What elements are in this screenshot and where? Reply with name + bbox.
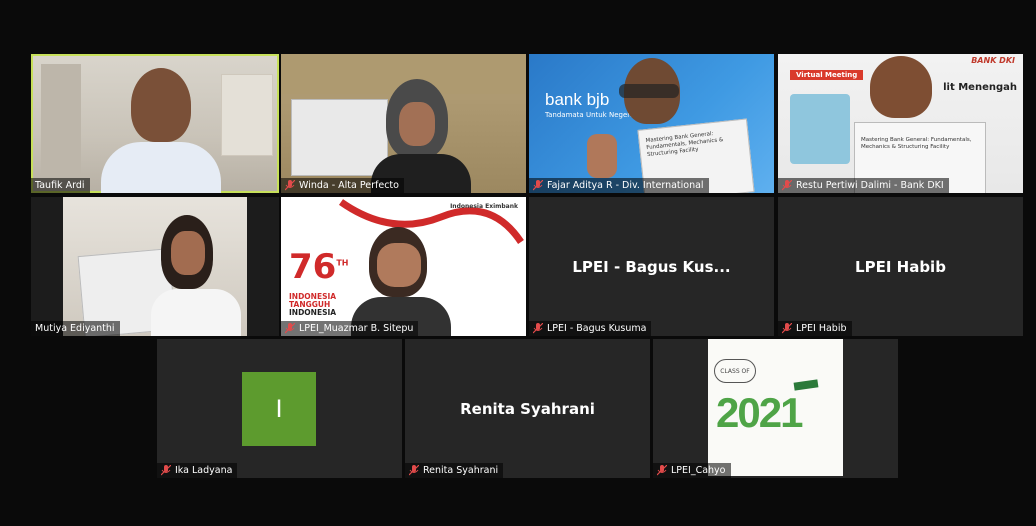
mic-muted-icon bbox=[409, 465, 419, 476]
participant-name-label: LPEI_Muazmar B. Sitepu bbox=[281, 321, 419, 336]
participant-name-label: Ika Ladyana bbox=[157, 463, 238, 478]
class-year-text: 2021 bbox=[716, 389, 803, 436]
participant-display-name: Renita Syahrani bbox=[460, 399, 595, 418]
bjb-tagline-text: Tandamata Untuk Negeri bbox=[545, 111, 633, 119]
participant-video bbox=[31, 54, 279, 193]
76-logo: 76TH bbox=[289, 247, 349, 287]
bank-dki-logo: BANK DKI bbox=[971, 56, 1015, 65]
mic-muted-icon bbox=[533, 323, 543, 334]
participant-name-label: LPEI_Cahyo bbox=[653, 463, 731, 478]
participant-name-label: Restu Pertiwi Dalimi - Bank DKI bbox=[778, 178, 949, 193]
mic-muted-icon bbox=[285, 323, 295, 334]
video-tile-bagus-kusuma[interactable]: LPEI - Bagus Kus... LPEI - Bagus Kusuma bbox=[529, 197, 774, 336]
eximbank-logo: Indonesia Eximbank bbox=[450, 203, 518, 210]
avatar: I bbox=[242, 372, 316, 446]
mic-muted-icon bbox=[657, 465, 667, 476]
participant-video bbox=[31, 197, 279, 336]
mic-muted-icon bbox=[161, 465, 171, 476]
participant-name-label: LPEI - Bagus Kusuma bbox=[529, 321, 652, 336]
participant-name-label: Mutiya Ediyanthi bbox=[31, 321, 120, 336]
mic-muted-icon bbox=[782, 323, 792, 334]
participant-name-label: Taufik Ardi bbox=[31, 178, 90, 193]
mic-muted-icon bbox=[533, 180, 543, 191]
participant-display-name: LPEI Habib bbox=[855, 257, 946, 276]
participant-video: bank bjb Tandamata Untuk Negeri Masterin… bbox=[529, 54, 774, 193]
class-of-2021-avatar: CLASS OF 2021 bbox=[708, 339, 843, 476]
video-tile-ika-ladyana[interactable]: I Ika Ladyana bbox=[157, 339, 402, 478]
participant-display-name: LPEI - Bagus Kus... bbox=[572, 257, 731, 276]
video-tile-muazmar[interactable]: 76TH INDONESIA TANGGUH INDONESIA Indonesia… bbox=[281, 197, 526, 336]
bjb-brand-text: bank bjb bbox=[545, 90, 610, 109]
mic-muted-icon bbox=[285, 180, 295, 191]
video-tile-renita-syahrani[interactable]: Renita Syahrani Renita Syahrani bbox=[405, 339, 650, 478]
participant-name-label: LPEI Habib bbox=[778, 321, 852, 336]
participant-video bbox=[281, 54, 526, 193]
grad-cap-icon bbox=[793, 379, 819, 391]
video-tile-winda[interactable]: Winda - Alta Perfecto bbox=[281, 54, 526, 193]
indonesia-tangguh-text: INDONESIA TANGGUH INDONESIA bbox=[289, 292, 337, 317]
dki-book-title: Mastering Bank General: Fundamentals, Me… bbox=[861, 137, 972, 150]
participant-name-label: Fajar Aditya R - Div. International bbox=[529, 178, 709, 193]
virtual-meeting-banner: Virtual Meeting bbox=[790, 70, 864, 80]
video-tile-cahyo[interactable]: CLASS OF 2021 LPEI_Cahyo bbox=[653, 339, 898, 478]
participant-name-label: Winda - Alta Perfecto bbox=[281, 178, 404, 193]
video-tile-restu[interactable]: Virtual Meeting BANK DKI lit Menengah Ma… bbox=[778, 54, 1023, 193]
dki-heading: lit Menengah bbox=[943, 82, 1017, 93]
bjb-book-title: Mastering Bank General: Fundamentals, Me… bbox=[645, 131, 724, 159]
video-tile-mutiya[interactable]: Mutiya Ediyanthi bbox=[31, 197, 279, 336]
video-tile-habib[interactable]: LPEI Habib LPEI Habib bbox=[778, 197, 1023, 336]
participant-video: Virtual Meeting BANK DKI lit Menengah Ma… bbox=[778, 54, 1023, 193]
mic-muted-icon bbox=[782, 180, 792, 191]
class-of-badge: CLASS OF bbox=[714, 359, 756, 383]
video-tile-taufik-ardi[interactable]: Taufik Ardi bbox=[31, 54, 279, 193]
participant-name-label: Renita Syahrani bbox=[405, 463, 504, 478]
video-tile-fajar[interactable]: bank bjb Tandamata Untuk Negeri Masterin… bbox=[529, 54, 774, 193]
participant-video: 76TH INDONESIA TANGGUH INDONESIA Indonesia… bbox=[281, 197, 526, 336]
